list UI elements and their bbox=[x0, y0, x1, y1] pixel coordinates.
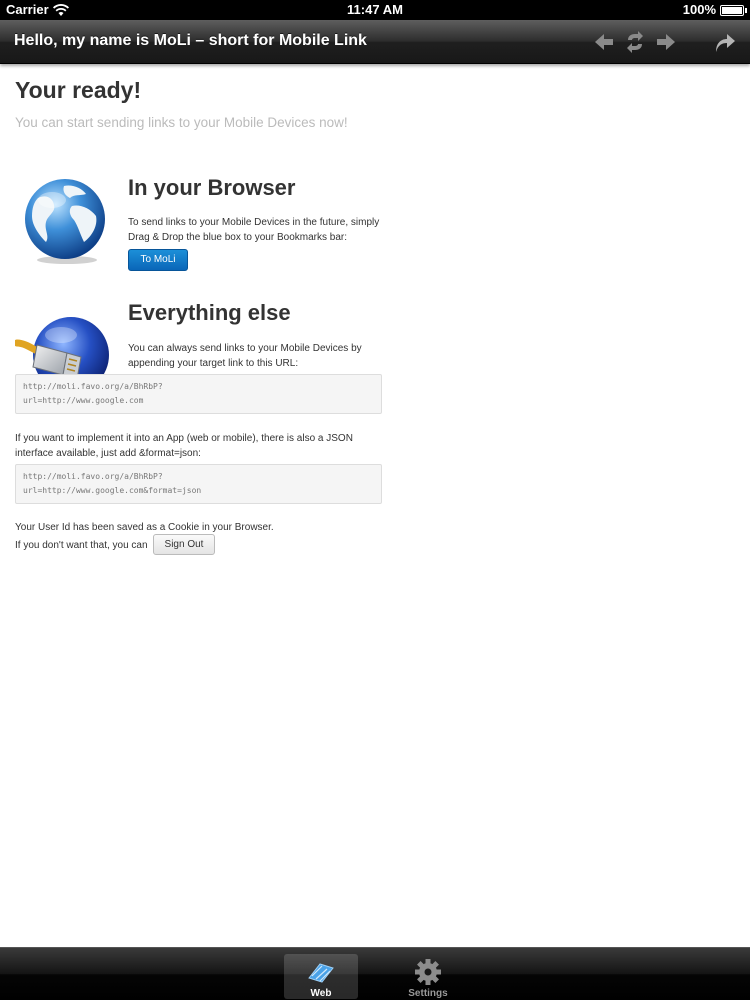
everything-else-section-title: Everything else bbox=[128, 300, 291, 325]
battery-percent: 100% bbox=[682, 2, 716, 17]
share-arrow-icon bbox=[716, 34, 735, 52]
nav-title: Hello, my name is MoLi – short for Mobil… bbox=[14, 32, 367, 49]
battery-icon bbox=[720, 5, 747, 16]
to-moli-bookmarklet-button[interactable]: To MoLi bbox=[128, 249, 188, 271]
navigation-bar: Hello, my name is MoLi – short for Mobil… bbox=[0, 20, 750, 64]
arrow-left-icon bbox=[595, 34, 613, 50]
web-icon bbox=[308, 963, 334, 983]
tab-web-label: Web bbox=[310, 988, 332, 999]
tab-settings[interactable]: Settings bbox=[391, 954, 465, 999]
browser-section-text: To send links to your Mobile Devices in … bbox=[128, 217, 380, 243]
status-bar: Carrier 11:47 AM 100% bbox=[0, 0, 750, 20]
everything-else-section-text: You can always send links to your Mobile… bbox=[128, 343, 362, 369]
share-button[interactable] bbox=[713, 30, 737, 54]
json-code-box[interactable]: http://moli.favo.org/a/BhRbP? url=http:/… bbox=[15, 464, 382, 504]
gear-icon bbox=[415, 959, 441, 985]
page-subheading: You can start sending links to your Mobi… bbox=[15, 115, 348, 130]
tab-web[interactable]: Web bbox=[284, 954, 358, 999]
arrow-right-icon bbox=[657, 34, 675, 50]
sign-out-button[interactable]: Sign Out bbox=[153, 534, 215, 555]
forward-button[interactable] bbox=[654, 30, 678, 54]
cookie-note: Your User Id has been saved as a Cookie … bbox=[15, 522, 274, 533]
page-heading: Your ready! bbox=[15, 77, 142, 103]
sign-out-prompt: If you don't want that, you can bbox=[15, 540, 148, 551]
browser-section-title: In your Browser bbox=[128, 175, 296, 200]
json-section-text: If you want to implement it into an App … bbox=[15, 433, 353, 459]
tab-bar: Web Settings bbox=[0, 947, 750, 1000]
url-code-box[interactable]: http://moli.favo.org/a/BhRbP? url=http:/… bbox=[15, 374, 382, 414]
reload-icon bbox=[627, 31, 643, 53]
clock: 11:47 AM bbox=[347, 2, 403, 17]
reload-button[interactable] bbox=[623, 30, 647, 54]
globe-icon bbox=[25, 179, 105, 264]
back-button[interactable] bbox=[592, 30, 616, 54]
tab-settings-label: Settings bbox=[408, 988, 448, 999]
web-content: Your ready! You can start sending links … bbox=[0, 65, 750, 945]
